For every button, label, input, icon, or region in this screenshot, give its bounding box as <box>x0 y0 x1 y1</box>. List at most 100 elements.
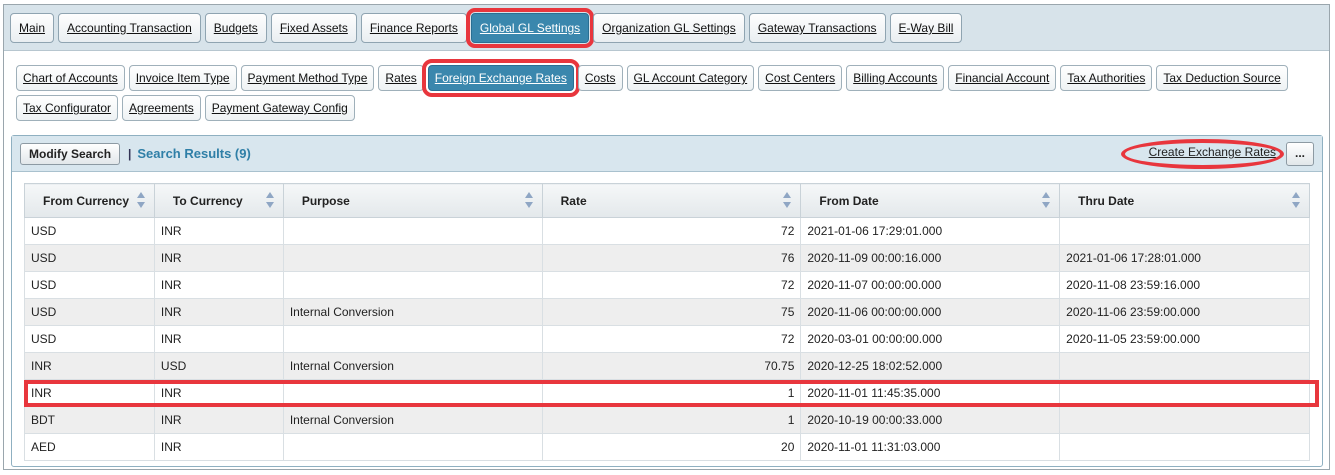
subtab-tax-configurator[interactable]: Tax Configurator <box>16 95 119 121</box>
cell-purpose <box>282 379 543 407</box>
cell-thru-date: 2021-01-06 17:28:01.000 <box>1059 244 1310 272</box>
create-exchange-rates-link[interactable]: Create Exchange Rates <box>1149 145 1276 159</box>
table-row[interactable]: USD INR Internal Conversion 75 2020-11-06 00… <box>24 298 1310 326</box>
cell-purpose <box>282 244 543 272</box>
subtab-gl-account-category[interactable]: GL Account Category <box>626 65 755 91</box>
subtab-rates[interactable]: Rates <box>378 65 424 91</box>
subtab-payment-method-type[interactable]: Payment Method Type <box>240 65 375 91</box>
subtab-tax-deduction-source[interactable]: Tax Deduction Source <box>1156 65 1288 91</box>
subtab-agreements[interactable]: Agreements <box>122 95 201 121</box>
cell-purpose: Internal Conversion <box>282 298 543 326</box>
column-header-label: Thru Date <box>1078 193 1135 208</box>
table-row[interactable]: AED INR 20 2020-11-01 11:31:03.000 <box>24 433 1310 461</box>
search-results-title: Search Results (9) <box>137 146 251 161</box>
cell-thru-date <box>1059 406 1310 434</box>
table-header-row: From Currency To Currency Purpose Rate From … <box>24 183 1310 218</box>
table-row[interactable]: INR USD Internal Conversion 70.75 2020-12-25… <box>24 352 1310 380</box>
more-options-button[interactable]: ... <box>1286 142 1314 166</box>
tab-organization-gl-settings[interactable]: Organization GL Settings <box>593 13 745 43</box>
column-header-from-date[interactable]: From Date <box>800 183 1061 218</box>
cell-thru-date: 2020-11-06 23:59:00.000 <box>1059 298 1310 326</box>
subtab-foreign-exchange-rates[interactable]: Foreign Exchange Rates <box>421 59 580 97</box>
cell-to-currency: INR <box>153 433 284 461</box>
tab-gateway-transactions[interactable]: Gateway Transactions <box>748 13 886 43</box>
cell-thru-date: 2020-11-08 23:59:16.000 <box>1059 271 1310 299</box>
cell-rate: 76 <box>541 244 802 272</box>
cell-thru-date <box>1059 379 1310 407</box>
cell-from-date: 2021-01-06 17:29:01.000 <box>800 217 1061 245</box>
column-header-from-currency[interactable]: From Currency <box>24 183 155 218</box>
tab-e-way-bill[interactable]: E-Way Bill <box>889 13 963 43</box>
tab-fixed-assets[interactable]: Fixed Assets <box>270 13 357 43</box>
column-header-rate[interactable]: Rate <box>541 183 802 218</box>
cell-thru-date <box>1059 433 1310 461</box>
cell-rate: 20 <box>541 433 802 461</box>
sort-arrows-icon[interactable] <box>1042 192 1051 208</box>
cell-from-currency: USD <box>24 244 155 272</box>
table-row[interactable]: BDT INR Internal Conversion 1 2020-10-19 00:… <box>24 406 1310 434</box>
subtab-invoice-item-type[interactable]: Invoice Item Type <box>128 65 237 91</box>
cell-rate: 1 <box>541 406 802 434</box>
table-row[interactable]: USD INR 72 2020-03-01 00:00:00.000 2020-11-0… <box>24 325 1310 353</box>
tab-main[interactable]: Main <box>10 13 55 43</box>
sort-arrows-icon[interactable] <box>1292 192 1301 208</box>
column-header-label: Purpose <box>301 193 350 208</box>
table-row[interactable]: INR INR 1 2020-11-01 11:45:35.000 <box>24 379 1310 407</box>
cell-purpose <box>282 325 543 353</box>
cell-from-currency: USD <box>24 271 155 299</box>
tab-global-gl-settings[interactable]: Global GL Settings <box>465 8 595 48</box>
cell-from-date: 2020-10-19 00:00:33.000 <box>800 406 1061 434</box>
cell-rate: 1 <box>541 379 802 407</box>
sort-arrows-icon[interactable] <box>524 192 534 208</box>
cell-from-date: 2020-11-06 00:00:00.000 <box>800 298 1061 326</box>
cell-to-currency: INR <box>153 244 284 272</box>
subtab-financial-account[interactable]: Financial Account <box>948 65 1057 91</box>
column-header-label: From Date <box>819 193 879 208</box>
cell-from-date: 2020-11-01 11:31:03.000 <box>800 433 1061 461</box>
sort-arrows-icon[interactable] <box>136 192 146 208</box>
column-header-thru-date[interactable]: Thru Date <box>1059 183 1310 218</box>
cell-from-currency: BDT <box>24 406 155 434</box>
cell-from-currency: INR <box>24 379 155 407</box>
cell-purpose <box>282 217 543 245</box>
table-row[interactable]: USD INR 76 2020-11-09 00:00:16.000 2021-01-0… <box>24 244 1310 272</box>
tab-accounting-transaction[interactable]: Accounting Transaction <box>58 13 201 43</box>
cell-thru-date <box>1059 217 1310 245</box>
cell-from-currency: USD <box>24 217 155 245</box>
sort-arrows-icon[interactable] <box>265 192 275 208</box>
cell-to-currency: INR <box>153 217 284 245</box>
cell-from-date: 2020-12-25 18:02:52.000 <box>800 352 1061 380</box>
cell-rate: 72 <box>541 217 802 245</box>
exchange-rates-table: From Currency To Currency Purpose Rate From … <box>24 183 1310 461</box>
subtab-costs[interactable]: Costs <box>577 65 623 91</box>
table-row[interactable]: USD INR 72 2021-01-06 17:29:01.000 <box>24 217 1310 245</box>
cell-rate: 72 <box>541 325 802 353</box>
cell-to-currency: USD <box>153 352 284 380</box>
cell-rate: 70.75 <box>541 352 802 380</box>
tab-budgets[interactable]: Budgets <box>204 13 267 43</box>
panel-header: Modify Search | Search Results (9) Creat… <box>12 136 1322 172</box>
column-header-to-currency[interactable]: To Currency <box>153 183 284 218</box>
sort-arrows-icon[interactable] <box>783 192 792 208</box>
cell-rate: 72 <box>541 271 802 299</box>
cell-thru-date <box>1059 352 1310 380</box>
cell-to-currency: INR <box>153 325 284 353</box>
subtab-payment-gateway-config[interactable]: Payment Gateway Config <box>204 95 355 121</box>
subtab-chart-of-accounts[interactable]: Chart of Accounts <box>16 65 125 91</box>
cell-purpose <box>282 271 543 299</box>
cell-to-currency: INR <box>153 271 284 299</box>
column-header-purpose[interactable]: Purpose <box>282 183 543 218</box>
cell-purpose: Internal Conversion <box>282 406 543 434</box>
modify-search-button[interactable]: Modify Search <box>20 142 121 165</box>
tab-finance-reports[interactable]: Finance Reports <box>360 13 467 43</box>
cell-purpose: Internal Conversion <box>282 352 543 380</box>
subtab-billing-accounts[interactable]: Billing Accounts <box>846 65 945 91</box>
subtab-tax-authorities[interactable]: Tax Authorities <box>1060 65 1153 91</box>
subtab-cost-centers[interactable]: Cost Centers <box>758 65 843 91</box>
column-header-label: To Currency <box>172 193 243 208</box>
header-separator: | <box>128 146 132 161</box>
cell-from-date: 2020-11-09 00:00:16.000 <box>800 244 1061 272</box>
cell-to-currency: INR <box>153 379 284 407</box>
table-row[interactable]: USD INR 72 2020-11-07 00:00:00.000 2020-11-0… <box>24 271 1310 299</box>
cell-from-currency: AED <box>24 433 155 461</box>
